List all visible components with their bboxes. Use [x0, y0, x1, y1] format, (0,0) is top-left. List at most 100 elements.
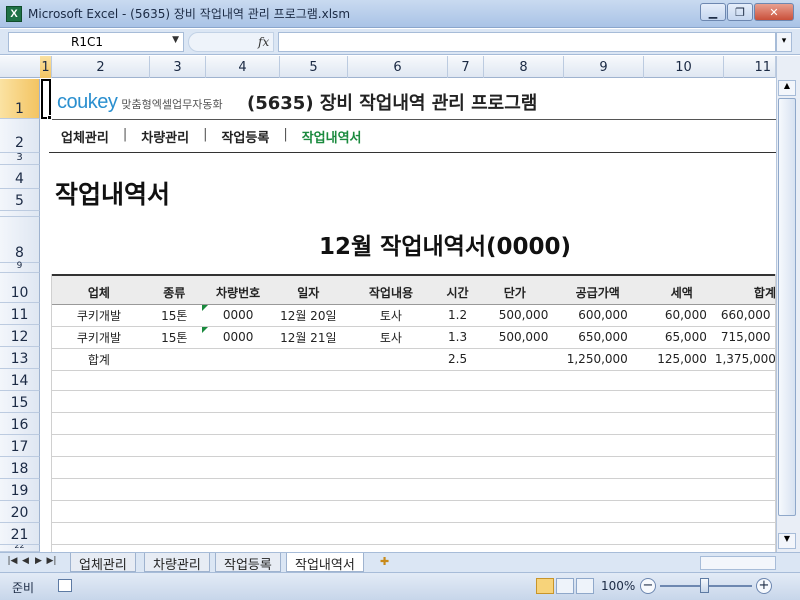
table-cell[interactable]: 0000	[201, 326, 275, 349]
table-cell[interactable]: 715,000	[712, 326, 776, 349]
row-header[interactable]: 1	[0, 79, 40, 119]
column-header[interactable]: 10	[644, 56, 724, 78]
row-header[interactable]: 3	[0, 152, 40, 165]
column-header[interactable]: 5	[280, 56, 348, 78]
table-header[interactable]: 시간	[439, 274, 476, 305]
restore-icon[interactable]: ❐	[727, 3, 753, 21]
fill-handle[interactable]	[47, 115, 52, 120]
macro-record-icon[interactable]	[58, 579, 72, 592]
expand-formula-icon[interactable]: ▾	[776, 32, 792, 52]
column-header[interactable]: 2	[52, 56, 150, 78]
tab-vehicle[interactable]: 차량관리	[144, 553, 210, 575]
total-hours[interactable]: 2.5	[439, 348, 476, 371]
row-header[interactable]: 15	[0, 391, 40, 413]
table-cell[interactable]: 500,000	[475, 304, 555, 327]
table-header[interactable]: 일자	[274, 274, 343, 305]
scroll-thumb[interactable]	[778, 98, 796, 516]
table-cell[interactable]: 65,000	[633, 326, 713, 349]
table-cell[interactable]	[475, 348, 555, 371]
total-sum[interactable]: 1,375,000	[712, 348, 776, 371]
column-header[interactable]: 11	[724, 56, 776, 78]
prev-sheet-icon[interactable]: ◀	[19, 556, 32, 566]
minimize-icon[interactable]: ▁	[700, 3, 726, 21]
row-header[interactable]: 20	[0, 501, 40, 523]
column-header[interactable]: 8	[484, 56, 564, 78]
table-cell[interactable]: 500,000	[475, 326, 555, 349]
table-cell[interactable]: 15톤	[146, 326, 202, 349]
first-sheet-icon[interactable]: |◀	[6, 556, 19, 566]
zoom-level[interactable]: 100%	[601, 579, 635, 593]
row-header[interactable]: 9	[0, 261, 40, 273]
scroll-down-icon[interactable]: ▼	[778, 533, 796, 549]
row-header[interactable]: 17	[0, 435, 40, 457]
column-header[interactable]: 7	[448, 56, 484, 78]
next-sheet-icon[interactable]: ▶	[32, 556, 45, 566]
table-header[interactable]: 합계	[712, 274, 776, 305]
row-header[interactable]: 13	[0, 347, 40, 369]
table-cell[interactable]: 1.2	[439, 304, 476, 327]
table-cell[interactable]: 600,000	[554, 304, 634, 327]
table-cell[interactable]: 12월 21일	[274, 326, 343, 349]
table-header[interactable]: 작업내용	[342, 274, 440, 305]
row-header[interactable]: 10	[0, 273, 40, 303]
page-break-icon[interactable]	[576, 578, 594, 594]
nav-work-statement[interactable]: 작업내역서	[302, 127, 362, 146]
insert-sheet-icon[interactable]: ✚	[380, 555, 398, 569]
total-label[interactable]: 합계	[51, 348, 147, 371]
last-sheet-icon[interactable]: ▶|	[45, 556, 58, 566]
row-header[interactable]: 16	[0, 413, 40, 435]
nav-vehicle[interactable]: 차량관리	[141, 127, 189, 146]
tab-work-statement[interactable]: 작업내역서	[286, 553, 364, 573]
table-cell[interactable]: 660,000	[712, 304, 776, 327]
table-cell[interactable]	[342, 348, 440, 371]
column-header[interactable]: 9	[564, 56, 644, 78]
total-tax[interactable]: 125,000	[633, 348, 713, 371]
row-header[interactable]: 21	[0, 523, 40, 545]
table-cell[interactable]: 1.3	[439, 326, 476, 349]
zoom-in-icon[interactable]: +	[756, 578, 772, 594]
table-cell[interactable]: 650,000	[554, 326, 634, 349]
close-icon[interactable]: ✕	[754, 3, 794, 21]
row-header[interactable]: 11	[0, 303, 40, 325]
active-cell-cursor[interactable]	[41, 79, 51, 119]
table-cell[interactable]: 쿠키개발	[51, 326, 147, 349]
column-header[interactable]: 4	[206, 56, 280, 78]
row-header[interactable]: 19	[0, 479, 40, 501]
table-header[interactable]: 단가	[475, 274, 555, 305]
row-header[interactable]: 12	[0, 325, 40, 347]
tab-work-register[interactable]: 작업등록	[215, 553, 281, 575]
chevron-down-icon[interactable]: ▼	[172, 35, 179, 45]
table-header[interactable]: 공급가액	[554, 274, 634, 305]
table-cell[interactable]: 토사	[342, 304, 440, 327]
tab-company[interactable]: 업체관리	[70, 553, 136, 575]
row-header[interactable]: 2	[0, 119, 40, 153]
table-cell[interactable]: 15톤	[146, 304, 202, 327]
zoom-slider-thumb[interactable]	[700, 578, 709, 593]
nav-company[interactable]: 업체관리	[61, 127, 109, 146]
table-cell[interactable]: 60,000	[633, 304, 713, 327]
table-header[interactable]: 업체	[51, 274, 147, 305]
page-layout-icon[interactable]	[556, 578, 574, 594]
total-supply[interactable]: 1,250,000	[554, 348, 634, 371]
worksheet[interactable]: coukey 맞춤형엑셀업무자동화 (5635) 장비 작업내역 관리 프로그램 …	[41, 79, 776, 552]
row-header[interactable]: 5	[0, 189, 40, 211]
column-header[interactable]: 3	[150, 56, 206, 78]
formula-input[interactable]	[278, 32, 776, 52]
table-cell[interactable]: 토사	[342, 326, 440, 349]
table-cell[interactable]: 12월 20일	[274, 304, 343, 327]
table-header[interactable]: 차량번호	[201, 274, 275, 305]
scroll-up-icon[interactable]: ▲	[778, 80, 796, 96]
table-cell[interactable]	[146, 348, 202, 371]
row-header[interactable]: 4	[0, 165, 40, 189]
table-cell[interactable]: 0000	[201, 304, 275, 327]
table-cell[interactable]	[201, 348, 275, 371]
nav-work-register[interactable]: 작업등록	[221, 127, 269, 146]
column-header[interactable]: 1	[40, 56, 52, 78]
row-header[interactable]: 14	[0, 369, 40, 391]
table-header[interactable]: 세액	[633, 274, 713, 305]
row-header[interactable]: 8	[0, 217, 40, 263]
horizontal-scrollbar[interactable]	[700, 556, 776, 570]
row-header[interactable]: 22	[0, 545, 40, 552]
zoom-out-icon[interactable]: −	[640, 578, 656, 594]
name-box[interactable]: R1C1 ▼	[8, 32, 184, 52]
